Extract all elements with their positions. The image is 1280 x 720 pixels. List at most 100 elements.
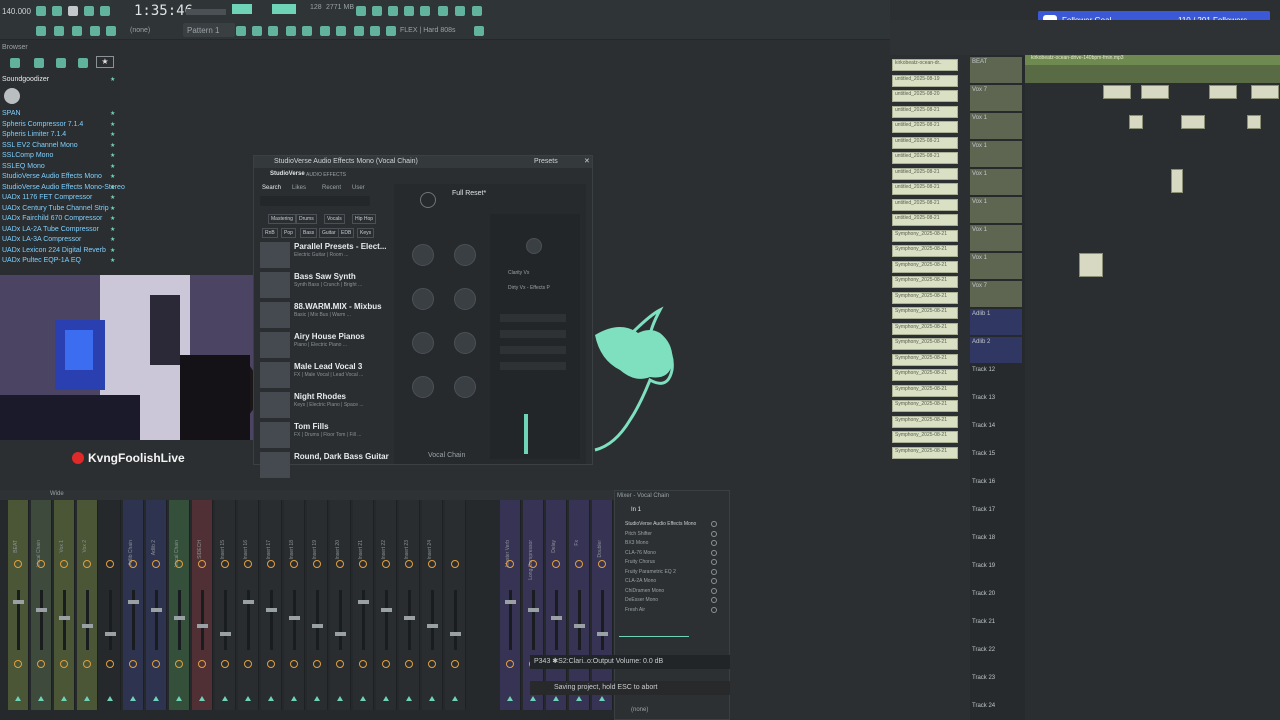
preset-search-input[interactable] [260,196,370,206]
pan-knob[interactable] [175,560,183,568]
browser-item[interactable]: UADx Lexicon 224 Digital Reverb [2,247,106,254]
fx-slot[interactable]: StudioVerse Audio Effects Mono [625,521,696,527]
folder-icon[interactable] [10,58,20,68]
preset-name[interactable]: Night Rhodes [294,392,346,401]
pan-knob[interactable] [359,560,367,568]
stereo-knob[interactable] [83,660,91,668]
route-arrow-icon[interactable] [314,695,320,701]
pan-knob[interactable] [152,560,160,568]
pan-knob[interactable] [552,560,560,568]
playlist-clip-item[interactable]: Symphony_2025-08-21 [892,431,958,443]
favorite-star-icon[interactable]: ★ [110,215,115,222]
favorite-star-icon[interactable]: ★ [110,226,115,233]
fader-handle[interactable] [151,608,162,612]
pan-knob[interactable] [405,560,413,568]
browser-icon[interactable] [302,26,312,36]
playlist-clip-item[interactable]: untitled_2025-08-21 [892,136,958,149]
fader-handle[interactable] [358,600,369,604]
fader-handle[interactable] [574,624,585,628]
mixer-strip[interactable]: Vox 2 [77,500,98,710]
pattern-clip[interactable] [1251,85,1279,99]
track-name[interactable]: Vox 1 [972,227,987,233]
preset-name[interactable]: Male Lead Vocal 3 [294,362,362,371]
pattern-clip[interactable] [1129,115,1143,129]
playlist-clip-item[interactable]: Symphony_2025-08-21 [892,384,958,397]
mixer-icon[interactable] [286,26,296,36]
mic-input-icon[interactable] [336,26,346,36]
track-name[interactable]: Track 17 [972,507,995,513]
pan-knob[interactable] [198,560,206,568]
mixer-strip[interactable]: Vocal Chain [169,500,190,710]
fx-slot-toggle[interactable] [711,549,717,556]
channel-select[interactable]: (none) [130,27,150,34]
fx-slot[interactable]: CLA-2A Mono [625,578,656,584]
stereo-knob[interactable] [290,660,298,668]
filter-chip[interactable]: Guitar [319,228,339,238]
browser-item[interactable]: SSL EV2 Channel Mono [2,142,78,149]
playlist-clip-item[interactable]: Symphony_2025-08-21 [892,446,958,459]
stereo-knob[interactable] [221,660,229,668]
output-select[interactable]: (none) [631,707,648,713]
mixer-strip[interactable]: SIDECH [192,500,213,710]
cloud-icon[interactable] [78,58,88,68]
pan-knob[interactable] [221,560,229,568]
playlist-icon[interactable] [236,26,246,36]
mixer-strip[interactable]: Adlib 2 [146,500,167,710]
browser-item[interactable]: SSLComp Mono [2,152,53,159]
fx-slot[interactable]: ChiDramen Mono [625,588,664,594]
chain-knob[interactable] [526,238,542,254]
fader-handle[interactable] [427,624,438,628]
track-name[interactable]: Track 12 [972,367,995,373]
favorite-star-icon[interactable]: ★ [110,142,115,149]
fader-handle[interactable] [597,632,608,636]
favorite-star-icon[interactable]: ★ [110,184,115,191]
route-arrow-icon[interactable] [107,695,113,701]
fader-handle[interactable] [312,624,323,628]
pan-knob[interactable] [244,560,252,568]
stereo-knob[interactable] [106,660,114,668]
playlist-clip-item[interactable]: Symphony_2025-08-21 [892,369,958,381]
fx-slot-toggle[interactable] [711,597,717,603]
filter-chip[interactable]: EDB [338,228,355,238]
play-icon[interactable] [52,6,62,16]
close-icon[interactable] [372,6,382,16]
preset-name[interactable]: Parallel Presets - Elect... [294,242,387,251]
help-icon[interactable] [404,6,414,16]
mixer-strip[interactable] [100,500,121,710]
stereo-knob[interactable] [14,660,22,668]
star-filter-button[interactable]: ★ [96,56,114,68]
wave-icon[interactable] [106,26,116,36]
pan-knob[interactable] [83,560,91,568]
back-icon[interactable] [34,58,44,68]
route-arrow-icon[interactable] [406,695,412,701]
plugin-picker-icon[interactable] [320,26,330,36]
mixer-strip[interactable] [445,500,466,710]
favorite-star-icon[interactable]: ★ [110,257,115,264]
track-name[interactable]: Track 24 [972,703,995,709]
stereo-knob[interactable] [336,660,344,668]
mixer-strip[interactable]: Vox 1 [54,500,75,710]
stereo-knob[interactable] [175,660,183,668]
playlist-clip-item[interactable]: untitled_2025-08-21 [892,183,958,195]
tab-recent[interactable]: Recent [322,185,341,191]
browser-item[interactable]: UADx Fairchild 670 Compressor [2,215,102,222]
route-arrow-icon[interactable] [268,695,274,701]
track-name[interactable]: Vox 7 [972,87,987,93]
favorite-star-icon[interactable]: ★ [110,236,115,243]
chain-slot-empty[interactable] [500,346,566,354]
browser-item[interactable]: SSLEQ Mono [2,163,45,170]
fader-handle[interactable] [59,616,70,620]
piano-roll-icon[interactable] [252,26,262,36]
refresh-icon[interactable] [56,58,66,68]
mic-icon[interactable] [388,6,398,16]
fader-handle[interactable] [243,600,254,604]
track-name[interactable]: Vox 1 [972,115,987,121]
browser-item[interactable]: UADx Pultec EQP-1A EQ [2,257,81,264]
track-name[interactable]: Vox 1 [972,171,987,177]
tab-user[interactable]: User [352,185,365,191]
metronome-icon[interactable] [36,6,46,16]
favorite-star-icon[interactable]: ★ [110,205,115,212]
mixer-strip[interactable]: Insert 22 [376,500,397,710]
stereo-knob[interactable] [359,660,367,668]
fader-handle[interactable] [266,608,277,612]
